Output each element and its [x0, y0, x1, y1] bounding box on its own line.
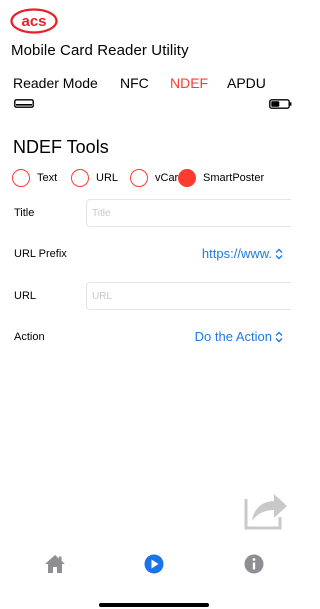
title-input[interactable]	[86, 199, 291, 227]
tab-reader-mode[interactable]: Reader Mode	[13, 75, 98, 91]
action-value: Do the Action	[194, 329, 272, 344]
action-picker[interactable]: Do the Action	[195, 329, 283, 344]
radio-smartposter[interactable]: SmartPoster	[178, 168, 264, 188]
radio-url[interactable]: URL	[71, 168, 118, 188]
radio-label: URL	[96, 172, 119, 184]
url-prefix-value: https://www.	[201, 246, 272, 261]
info-icon[interactable]	[244, 554, 264, 574]
url-prefix-picker[interactable]: https://www.	[202, 246, 283, 261]
url-prefix-label: URL Prefix	[14, 248, 67, 260]
bottom-tab-bar	[0, 552, 291, 578]
svg-text:acs: acs	[21, 13, 46, 30]
radio-label: SmartPoster	[203, 172, 265, 184]
card-reader-icon	[14, 99, 34, 108]
radio-circle	[71, 169, 89, 187]
url-label: URL	[14, 290, 37, 302]
radio-circle	[178, 169, 196, 187]
app-title: Mobile Card Reader Utility	[11, 42, 189, 59]
chevron-up-down-icon	[275, 331, 283, 342]
radio-label: Text	[37, 172, 58, 184]
tab-ndef[interactable]: NDEF	[170, 75, 208, 91]
mode-tabs: Reader Mode NFC NDEF APDU	[13, 75, 283, 95]
chevron-up-down-icon	[275, 248, 283, 259]
home-icon[interactable]	[44, 554, 66, 574]
acs-logo: acs	[10, 8, 58, 34]
home-indicator	[99, 603, 209, 607]
battery-icon	[269, 99, 292, 109]
share-icon[interactable]	[244, 487, 289, 530]
radio-text[interactable]: Text	[12, 168, 57, 188]
radio-circle	[130, 169, 148, 187]
play-icon[interactable]	[144, 554, 164, 574]
record-type-radio-group: Text URL vCard SmartPoster	[12, 168, 292, 188]
url-input[interactable]	[86, 282, 291, 310]
title-label: Title	[14, 207, 35, 219]
tab-apdu[interactable]: APDU	[227, 75, 266, 91]
tab-nfc[interactable]: NFC	[120, 75, 149, 91]
section-title: NDEF Tools	[13, 137, 109, 157]
action-label: Action	[14, 331, 45, 343]
radio-circle	[12, 169, 30, 187]
radio-vcard[interactable]: vCard	[130, 168, 184, 188]
